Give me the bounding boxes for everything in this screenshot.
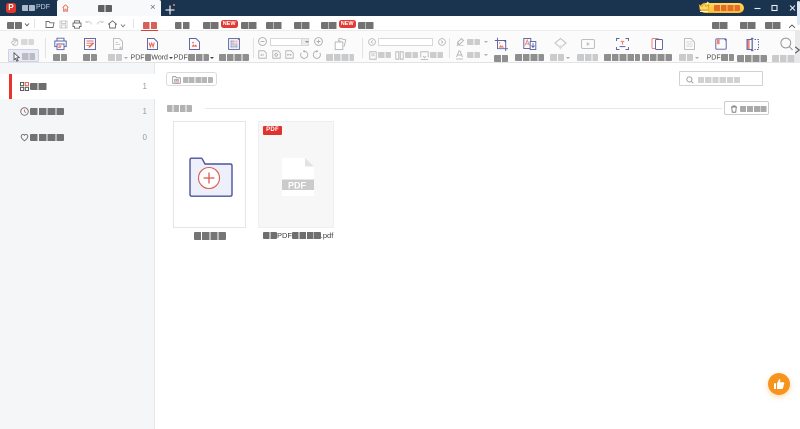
svg-text:PDF: PDF xyxy=(288,180,307,190)
